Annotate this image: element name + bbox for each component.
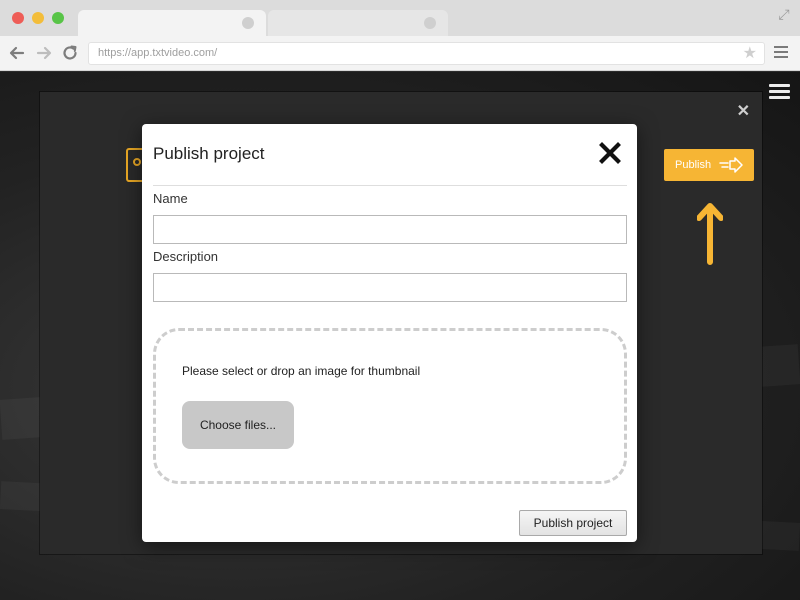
publish-button[interactable]: Publish [664,149,754,181]
publish-project-button[interactable]: Publish project [519,510,627,536]
close-icon[interactable]: ✕ [737,104,750,120]
modal-divider [153,185,627,186]
tab-close-icon[interactable] [242,17,254,29]
hamburger-icon[interactable] [769,84,790,102]
arrow-up-icon [697,203,723,265]
browser-nav-bar: https://app.txtvideo.com/ ★ [0,36,800,71]
arrow-right-icon [719,157,743,173]
publish-project-button-label: Publish project [533,516,613,530]
window-maximize-button[interactable] [52,12,64,24]
url-text: https://app.txtvideo.com/ [98,47,218,59]
description-label: Description [153,249,219,264]
name-input[interactable] [153,215,627,244]
publish-project-modal: Publish project Name Description Please … [142,124,637,542]
window-minimize-button[interactable] [32,12,44,24]
tab-close-icon[interactable] [424,17,436,29]
name-label: Name [153,191,188,206]
browser-tab-active[interactable] [78,10,266,36]
choose-files-label: Choose files... [199,418,277,432]
publish-button-label: Publish [675,159,712,171]
choose-files-button[interactable]: Choose files... [182,401,294,449]
browser-tab-inactive[interactable] [268,10,448,36]
address-bar[interactable]: https://app.txtvideo.com/ ★ [88,42,765,65]
back-arrow-icon[interactable] [8,44,26,62]
thumbnail-dropzone[interactable]: Please select or drop an image for thumb… [153,328,627,484]
reload-icon[interactable] [61,44,79,62]
window-close-button[interactable] [12,12,24,24]
browser-tab-bar: ⤢ [0,0,800,36]
browser-menu-icon[interactable] [774,46,788,60]
fullscreen-icon[interactable]: ⤢ [776,6,792,22]
modal-title: Publish project [153,144,265,163]
close-icon[interactable] [599,142,621,164]
star-icon[interactable]: ★ [743,45,757,63]
dropzone-text: Please select or drop an image for thumb… [182,364,421,378]
forward-arrow-icon[interactable] [35,44,53,62]
description-input[interactable] [153,273,627,302]
